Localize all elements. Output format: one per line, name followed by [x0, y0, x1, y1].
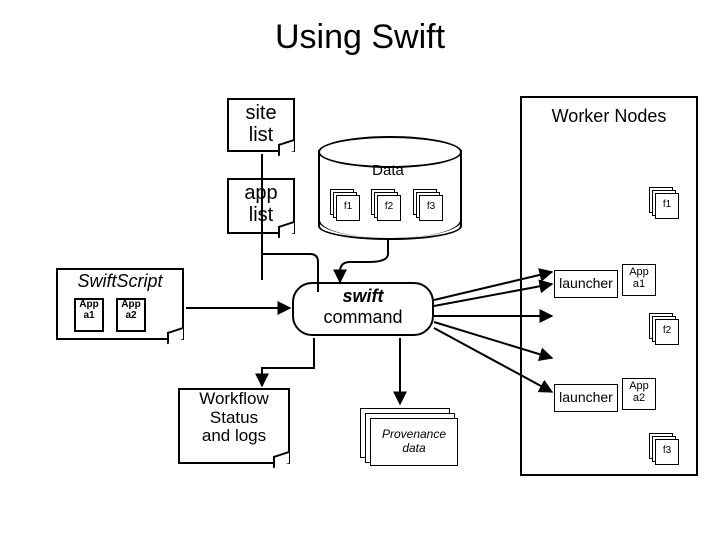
- worker-file-f3: f3: [654, 438, 676, 462]
- file-f2: f2: [376, 194, 398, 218]
- app-list-box: app list: [227, 178, 295, 234]
- swiftscript-app-a2: App a2: [116, 298, 146, 332]
- swiftscript-app-a1: App a1: [74, 298, 104, 332]
- launcher-1: launcher: [554, 270, 618, 298]
- worker-file-f1: f1: [654, 192, 676, 216]
- worker-app-a2: Appa2: [622, 378, 656, 410]
- app-list-l2: list: [249, 204, 273, 226]
- file-f3: f3: [418, 194, 440, 218]
- worker-nodes-title: Worker Nodes: [522, 106, 696, 127]
- swift-command-bottom: command: [294, 307, 432, 328]
- launcher-2: launcher: [554, 384, 618, 412]
- site-list-box: site list: [227, 98, 295, 152]
- swift-command-top: swift: [294, 286, 432, 307]
- swift-command: swift command: [292, 282, 434, 336]
- workflow-status-box: Workflow Status and logs: [178, 388, 290, 464]
- file-f1: f1: [335, 194, 357, 218]
- site-list-l2: list: [249, 124, 273, 146]
- site-list-l1: site: [245, 102, 276, 124]
- provenance-stack: Provenance data: [370, 418, 458, 466]
- page-title: Using Swift: [0, 18, 720, 57]
- worker-file-f2: f2: [654, 318, 676, 342]
- swiftscript-title: SwiftScript: [58, 270, 182, 292]
- data-label: Data: [318, 162, 458, 179]
- worker-app-a1: Appa1: [622, 264, 656, 296]
- app-list-l1: app: [244, 182, 277, 204]
